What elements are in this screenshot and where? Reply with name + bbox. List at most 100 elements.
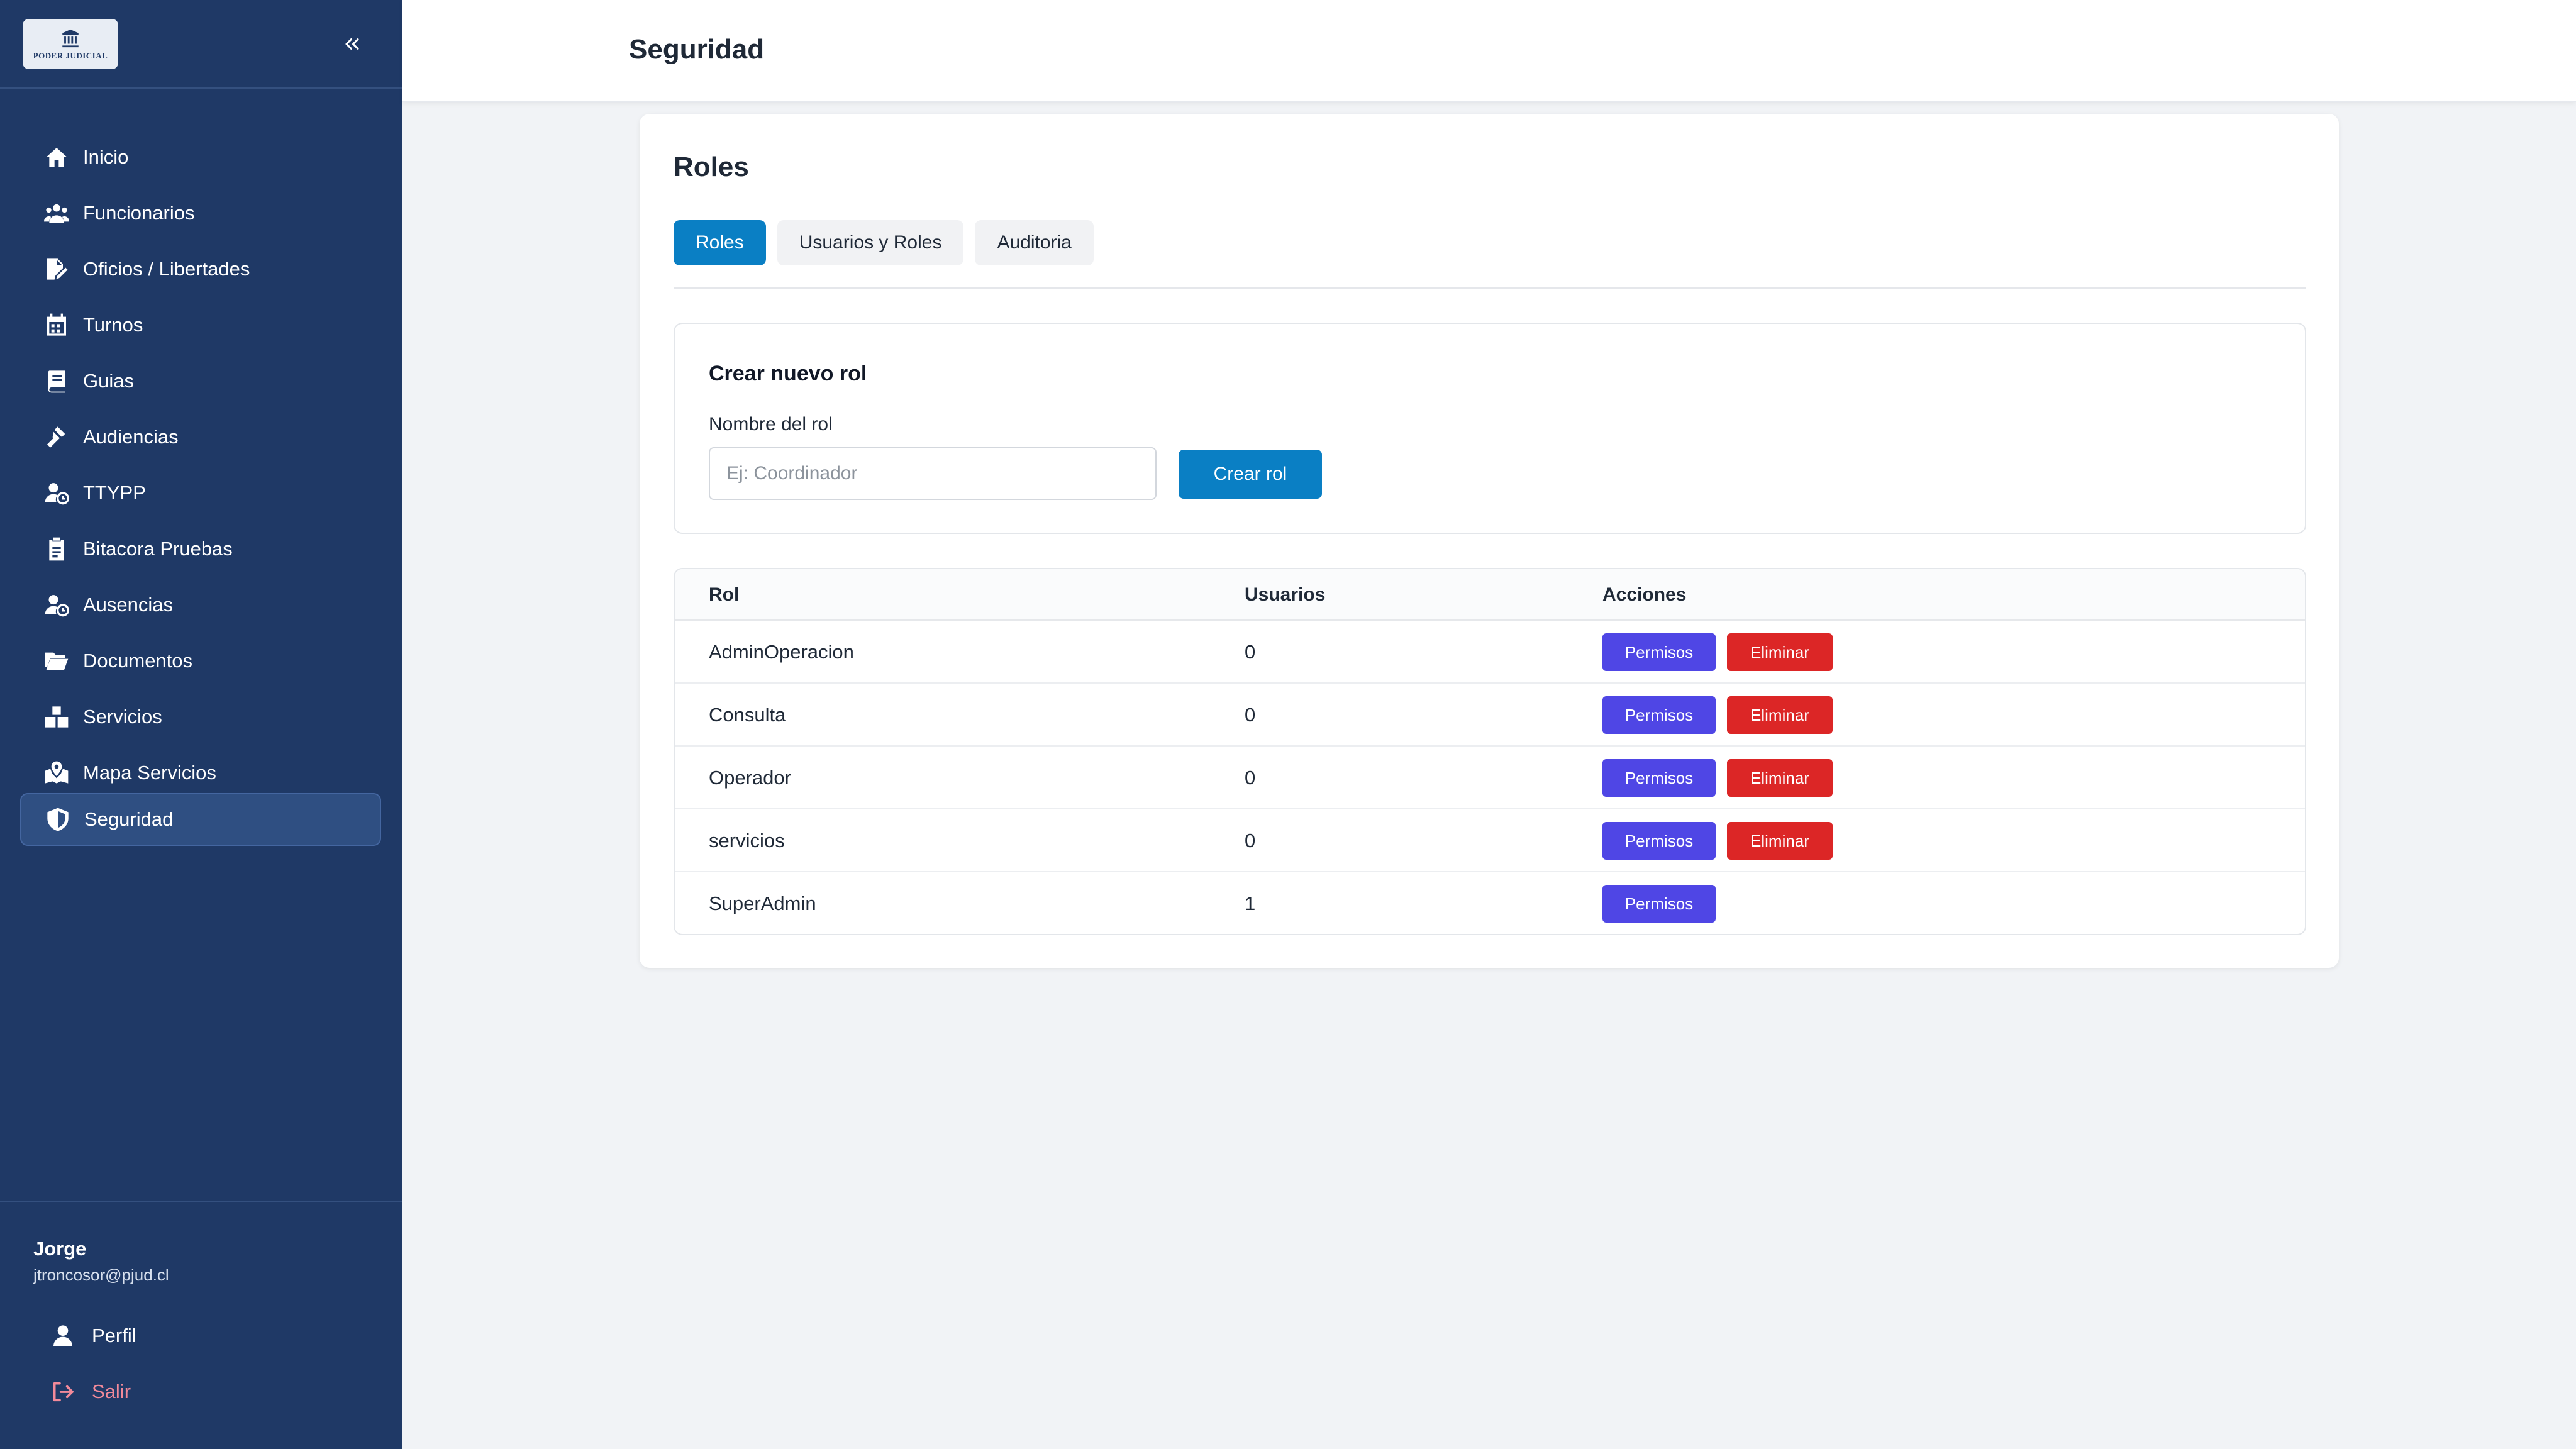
sidebar-item-label: Documentos <box>83 650 193 672</box>
roles-table: Rol Usuarios Acciones AdminOperacion 0 P… <box>674 568 2306 935</box>
book-icon <box>42 366 72 396</box>
table-row: SuperAdmin 1 Permisos <box>675 872 2305 934</box>
tab-auditoria[interactable]: Auditoria <box>975 220 1094 265</box>
logout-label: Salir <box>92 1380 131 1402</box>
column-header-acciones: Acciones <box>1602 584 1687 605</box>
sidebar-item-documentos[interactable]: Documentos <box>20 635 381 687</box>
sidebar-item-label: Servicios <box>83 706 162 728</box>
table-row: Consulta 0 Permisos Eliminar <box>675 684 2305 747</box>
tab-roles[interactable]: Roles <box>674 220 766 265</box>
chevrons-left-icon <box>345 38 359 50</box>
sidebar-item-bitacora-pruebas[interactable]: Bitacora Pruebas <box>20 523 381 575</box>
sidebar-item-funcionarios[interactable]: Funcionarios <box>20 187 381 240</box>
user-clock-icon <box>42 478 72 508</box>
permisos-button[interactable]: Permisos <box>1602 696 1716 734</box>
role-user-count: 0 <box>1245 767 1256 789</box>
sidebar-footer: Jorge jtroncosor@pjud.cl Perfil Salir <box>0 1201 402 1449</box>
row-actions: Permisos <box>1602 872 1716 934</box>
sidebar-item-label: Ausencias <box>83 594 174 616</box>
shield-icon <box>43 804 73 835</box>
collapse-sidebar-button[interactable] <box>337 30 367 58</box>
column-header-usuarios: Usuarios <box>1245 584 1326 605</box>
sidebar-item-seguridad[interactable]: Seguridad <box>20 793 381 846</box>
home-icon <box>42 142 72 172</box>
permisos-button[interactable]: Permisos <box>1602 822 1716 860</box>
create-role-title: Crear nuevo rol <box>709 362 867 386</box>
top-bar: Seguridad <box>402 0 2576 102</box>
sidebar-item-label: Funcionarios <box>83 202 195 224</box>
role-user-count: 0 <box>1245 641 1256 663</box>
sidebar-item-ausencias[interactable]: Ausencias <box>20 579 381 631</box>
eliminar-button[interactable]: Eliminar <box>1727 633 1833 671</box>
users-icon <box>42 198 72 228</box>
sidebar-item-label: Mapa Servicios <box>83 762 216 784</box>
role-name: SuperAdmin <box>709 892 816 914</box>
role-user-count: 0 <box>1245 830 1256 852</box>
folder-open-icon <box>42 646 72 676</box>
sidebar-item-label: Bitacora Pruebas <box>83 538 233 560</box>
row-actions: Permisos Eliminar <box>1602 621 1833 684</box>
clipboard-icon <box>42 534 72 564</box>
row-actions: Permisos Eliminar <box>1602 809 1833 872</box>
gavel-icon <box>42 422 72 452</box>
role-name: Operador <box>709 767 791 789</box>
sidebar-item-inicio[interactable]: Inicio <box>20 131 381 184</box>
row-actions: Permisos Eliminar <box>1602 684 1833 747</box>
row-actions: Permisos Eliminar <box>1602 747 1833 809</box>
user-icon <box>53 1325 72 1346</box>
calendar-icon <box>42 310 72 340</box>
sidebar-header: PODER JUDICIAL <box>0 0 402 89</box>
sidebar-item-ttypp[interactable]: TTYPP <box>20 467 381 519</box>
tabs: Roles Usuarios y Roles Auditoria <box>674 220 1105 265</box>
tab-usuarios-y-roles[interactable]: Usuarios y Roles <box>777 220 964 265</box>
sidebar-item-label: Guias <box>83 370 134 392</box>
sidebar-item-servicios[interactable]: Servicios <box>20 691 381 743</box>
table-row: Operador 0 Permisos Eliminar <box>675 747 2305 809</box>
logout-link[interactable]: Salir <box>50 1373 302 1411</box>
sidebar-item-label: Seguridad <box>84 808 174 830</box>
role-name: AdminOperacion <box>709 641 854 663</box>
role-name: servicios <box>709 830 785 852</box>
boxes-icon <box>42 702 72 732</box>
table-row: servicios 0 Permisos Eliminar <box>675 809 2305 872</box>
sidebar-item-guias[interactable]: Guias <box>20 355 381 408</box>
table-header: Rol Usuarios Acciones <box>675 569 2305 621</box>
eliminar-button[interactable]: Eliminar <box>1727 759 1833 797</box>
sidebar-item-mapa-servicios[interactable]: Mapa Servicios <box>20 747 381 799</box>
eliminar-button[interactable]: Eliminar <box>1727 822 1833 860</box>
page-title: Seguridad <box>629 34 765 65</box>
sidebar: PODER JUDICIAL Inicio Funcionarios Ofici… <box>0 0 402 1449</box>
sign-out-icon <box>53 1382 74 1402</box>
roles-card: Roles Roles Usuarios y Roles Auditoria C… <box>640 114 2339 968</box>
card-title: Roles <box>674 152 749 182</box>
role-user-count: 1 <box>1245 892 1256 914</box>
role-user-count: 0 <box>1245 704 1256 726</box>
role-name-input[interactable] <box>709 447 1157 500</box>
eliminar-button[interactable]: Eliminar <box>1727 696 1833 734</box>
logo[interactable]: PODER JUDICIAL <box>23 19 118 69</box>
permisos-button[interactable]: Permisos <box>1602 633 1716 671</box>
column-header-rol: Rol <box>709 584 740 605</box>
sidebar-item-label: Audiencias <box>83 426 179 448</box>
create-role-panel: Crear nuevo rol Nombre del rol Crear rol <box>674 323 2306 534</box>
sidebar-item-label: Inicio <box>83 146 129 168</box>
user-clock-icon <box>42 590 72 620</box>
profile-link[interactable]: Perfil <box>50 1317 302 1355</box>
permisos-button[interactable]: Permisos <box>1602 885 1716 923</box>
user-name: Jorge <box>33 1238 87 1260</box>
sidebar-item-label: TTYPP <box>83 482 146 504</box>
logo-text: PODER JUDICIAL <box>33 50 108 60</box>
role-name-label: Nombre del rol <box>709 414 833 435</box>
profile-label: Perfil <box>92 1324 136 1346</box>
sidebar-item-label: Oficios / Libertades <box>83 258 250 280</box>
courthouse-icon <box>62 29 79 47</box>
role-name: Consulta <box>709 704 786 726</box>
user-email: jtroncosor@pjud.cl <box>33 1265 169 1284</box>
permisos-button[interactable]: Permisos <box>1602 759 1716 797</box>
sidebar-item-turnos[interactable]: Turnos <box>20 299 381 352</box>
create-role-button[interactable]: Crear rol <box>1179 450 1322 499</box>
tabs-divider <box>674 287 2306 289</box>
sidebar-item-oficios[interactable]: Oficios / Libertades <box>20 243 381 296</box>
table-row: AdminOperacion 0 Permisos Eliminar <box>675 621 2305 684</box>
sidebar-item-audiencias[interactable]: Audiencias <box>20 411 381 464</box>
